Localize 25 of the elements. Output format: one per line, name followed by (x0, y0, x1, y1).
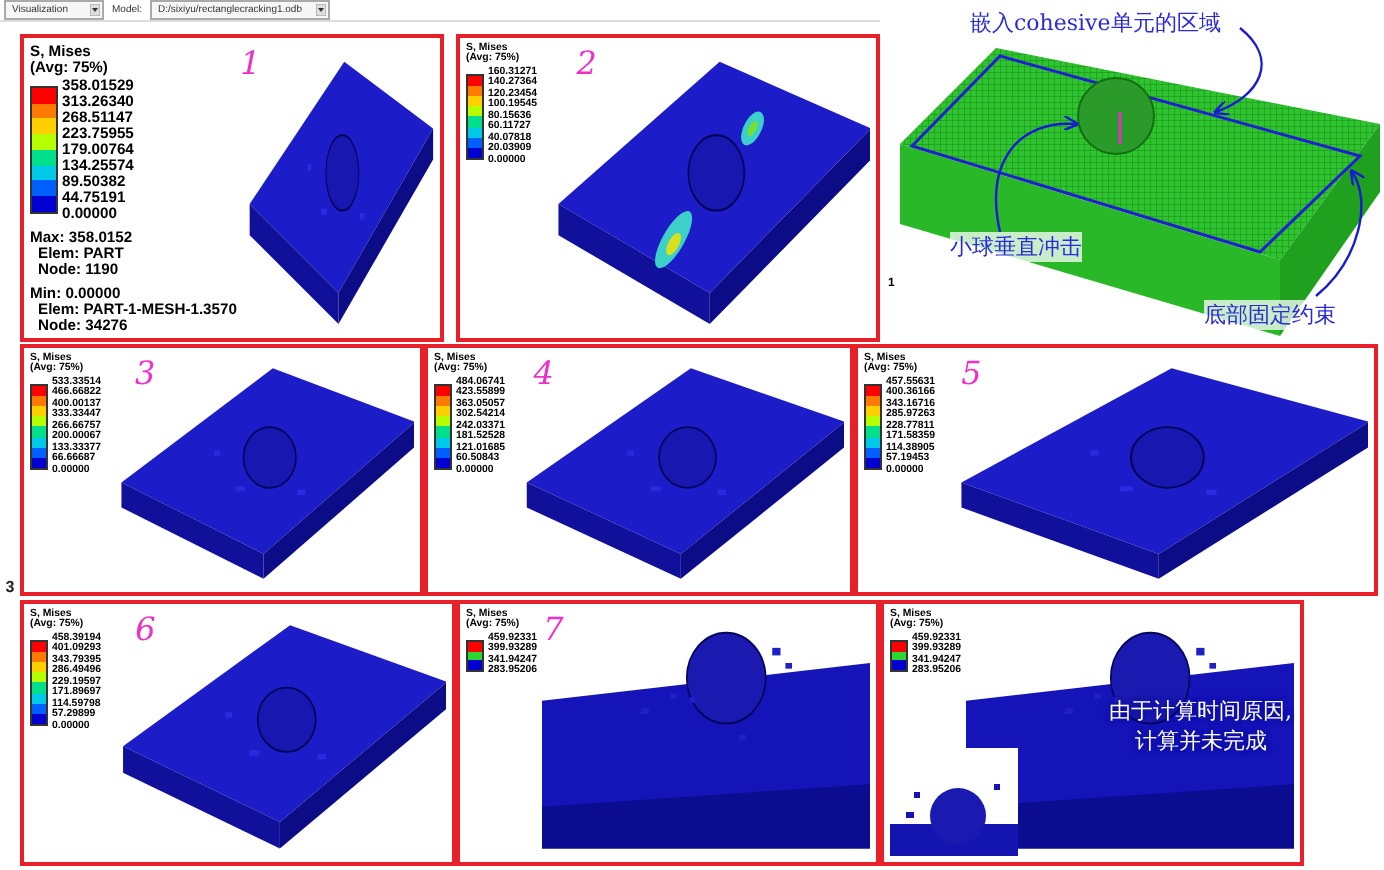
note-text: 由于计算时间原因, 计算并未完成 (1109, 696, 1292, 756)
annotation-arrow (1315, 168, 1366, 297)
handwritten-number: 6 (135, 610, 156, 648)
annotation-label: 嵌入cohesive单元的区域 (970, 8, 1221, 38)
color-scale (30, 383, 48, 470)
handwritten-number: 3 (134, 354, 156, 392)
handwritten-number: 5 (961, 354, 982, 392)
color-scale (30, 85, 58, 214)
frame-mark: 3 (5, 578, 15, 596)
annotation-label: 小球垂直冲击 (950, 232, 1082, 262)
color-scale (864, 383, 882, 470)
color-scale (466, 73, 484, 160)
color-scale (434, 383, 452, 470)
annotation-arrow (995, 115, 1080, 233)
caret-icon (316, 4, 327, 16)
inset-drawing (890, 748, 1018, 856)
handwritten-number: 1 (240, 44, 261, 82)
handwritten-number: 2 (576, 44, 597, 82)
color-scale (30, 639, 48, 726)
handwritten-number: 7 (543, 610, 564, 648)
handwritten-number: 4 (533, 354, 554, 392)
color-scale (890, 639, 908, 672)
color-scale (466, 639, 484, 672)
caret-icon (90, 4, 100, 16)
annotation-label: 底部固定约束 (1204, 300, 1336, 330)
